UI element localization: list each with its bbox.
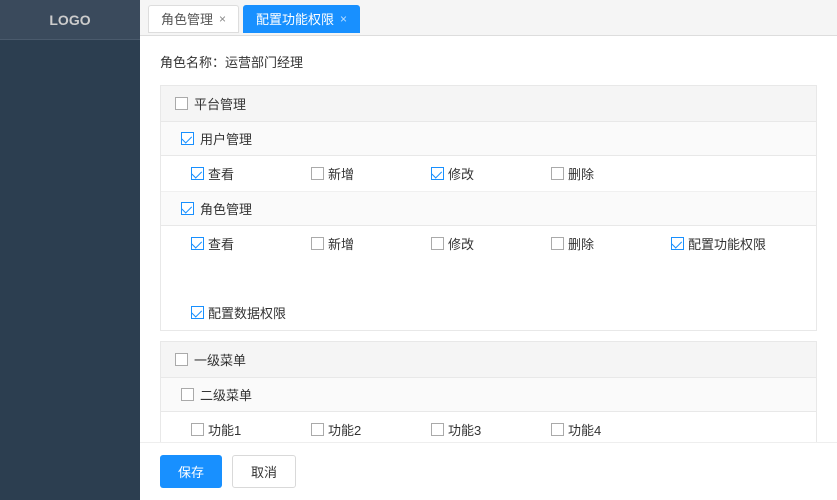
- tab-config-perm-close[interactable]: ×: [340, 13, 347, 25]
- perm-m1-func4-label: 功能4: [568, 420, 601, 439]
- content-area: 角色名称：运营部门经理 平台管理 用户管理 查看 新增: [140, 36, 837, 442]
- level2-menu-1-checkbox[interactable]: [181, 388, 194, 401]
- perm-m1-func1: 功能1: [191, 420, 261, 439]
- perm-m1-func4-cb[interactable]: [551, 423, 564, 436]
- tab-role-mgmt-label: 角色管理: [161, 9, 213, 28]
- user-mgmt-checkbox[interactable]: [181, 132, 194, 145]
- logo: LOGO: [0, 0, 140, 40]
- section-role-mgmt-header: 角色管理: [161, 192, 816, 226]
- perm-role-edit-label: 修改: [448, 234, 474, 253]
- perm-m1-func2-cb[interactable]: [311, 423, 324, 436]
- level2-menu-1-perms: 功能1 功能2 功能3 功能4: [161, 412, 816, 442]
- cancel-button[interactable]: 取消: [232, 455, 296, 488]
- perm-role-config-perm-cb[interactable]: [671, 237, 684, 250]
- perm-role-config-perm: 配置功能权限: [671, 234, 766, 253]
- perm-user-view-label: 查看: [208, 164, 234, 183]
- role-mgmt-perms: 查看 新增 修改 删除 配置功能权限: [161, 226, 816, 330]
- perm-role-config-perm-label: 配置功能权限: [688, 234, 766, 253]
- main-area: 角色管理 × 配置功能权限 × 角色名称：运营部门经理 平台管理 用户管理: [140, 0, 837, 500]
- save-button[interactable]: 保存: [160, 455, 222, 488]
- perm-role-edit: 修改: [431, 234, 501, 253]
- perm-role-view-label: 查看: [208, 234, 234, 253]
- perm-role-add: 新增: [311, 234, 381, 253]
- section-level1-menu: 一级菜单 二级菜单 功能1 功能2 功能3: [160, 341, 817, 442]
- footer: 保存 取消: [140, 442, 837, 500]
- perm-user-add-cb[interactable]: [311, 167, 324, 180]
- tab-role-mgmt[interactable]: 角色管理 ×: [148, 5, 239, 33]
- perm-role-config-data-label: 配置数据权限: [208, 303, 286, 322]
- perm-role-config-data: 配置数据权限: [191, 303, 286, 322]
- perm-user-delete: 删除: [551, 164, 621, 183]
- perm-m1-func4: 功能4: [551, 420, 621, 439]
- tab-role-mgmt-close[interactable]: ×: [219, 13, 226, 25]
- perm-user-view: 查看: [191, 164, 261, 183]
- section-level2-menu-1-header: 二级菜单: [161, 378, 816, 412]
- section-level1-menu-header: 一级菜单: [161, 342, 816, 378]
- perm-user-delete-cb[interactable]: [551, 167, 564, 180]
- perm-user-view-cb[interactable]: [191, 167, 204, 180]
- perm-user-edit-cb[interactable]: [431, 167, 444, 180]
- sidebar: LOGO: [0, 0, 140, 500]
- perm-role-delete-label: 删除: [568, 234, 594, 253]
- user-mgmt-label: 用户管理: [200, 129, 252, 148]
- perm-role-edit-cb[interactable]: [431, 237, 444, 250]
- section-platform-mgmt: 平台管理 用户管理 查看 新增 修改: [160, 85, 817, 331]
- tab-bar: 角色管理 × 配置功能权限 ×: [140, 0, 837, 36]
- perm-role-config-data-cb[interactable]: [191, 306, 204, 319]
- perm-m1-func1-cb[interactable]: [191, 423, 204, 436]
- perm-role-add-label: 新增: [328, 234, 354, 253]
- perm-m1-func2: 功能2: [311, 420, 381, 439]
- perm-role-delete-cb[interactable]: [551, 237, 564, 250]
- tab-config-perm-label: 配置功能权限: [256, 9, 334, 28]
- perm-m1-func3-label: 功能3: [448, 420, 481, 439]
- user-mgmt-perms: 查看 新增 修改 删除: [161, 156, 816, 192]
- tab-config-perm[interactable]: 配置功能权限 ×: [243, 5, 360, 33]
- perm-role-delete: 删除: [551, 234, 621, 253]
- perm-user-add-label: 新增: [328, 164, 354, 183]
- perm-m1-func3: 功能3: [431, 420, 501, 439]
- platform-mgmt-checkbox[interactable]: [175, 97, 188, 110]
- perm-user-edit: 修改: [431, 164, 501, 183]
- level1-menu-label: 一级菜单: [194, 350, 246, 369]
- perm-m1-func2-label: 功能2: [328, 420, 361, 439]
- perm-m1-func3-cb[interactable]: [431, 423, 444, 436]
- perm-m1-func1-label: 功能1: [208, 420, 241, 439]
- perm-user-add: 新增: [311, 164, 381, 183]
- role-name-row: 角色名称：运营部门经理: [160, 52, 817, 71]
- section-user-mgmt-header: 用户管理: [161, 122, 816, 156]
- perm-role-add-cb[interactable]: [311, 237, 324, 250]
- perm-user-delete-label: 删除: [568, 164, 594, 183]
- level2-menu-1-label: 二级菜单: [200, 385, 252, 404]
- role-mgmt-label: 角色管理: [200, 199, 252, 218]
- perm-role-view: 查看: [191, 234, 261, 253]
- role-mgmt-checkbox[interactable]: [181, 202, 194, 215]
- level1-menu-checkbox[interactable]: [175, 353, 188, 366]
- perm-user-edit-label: 修改: [448, 164, 474, 183]
- platform-mgmt-label: 平台管理: [194, 94, 246, 113]
- perm-role-view-cb[interactable]: [191, 237, 204, 250]
- section-platform-mgmt-header: 平台管理: [161, 86, 816, 122]
